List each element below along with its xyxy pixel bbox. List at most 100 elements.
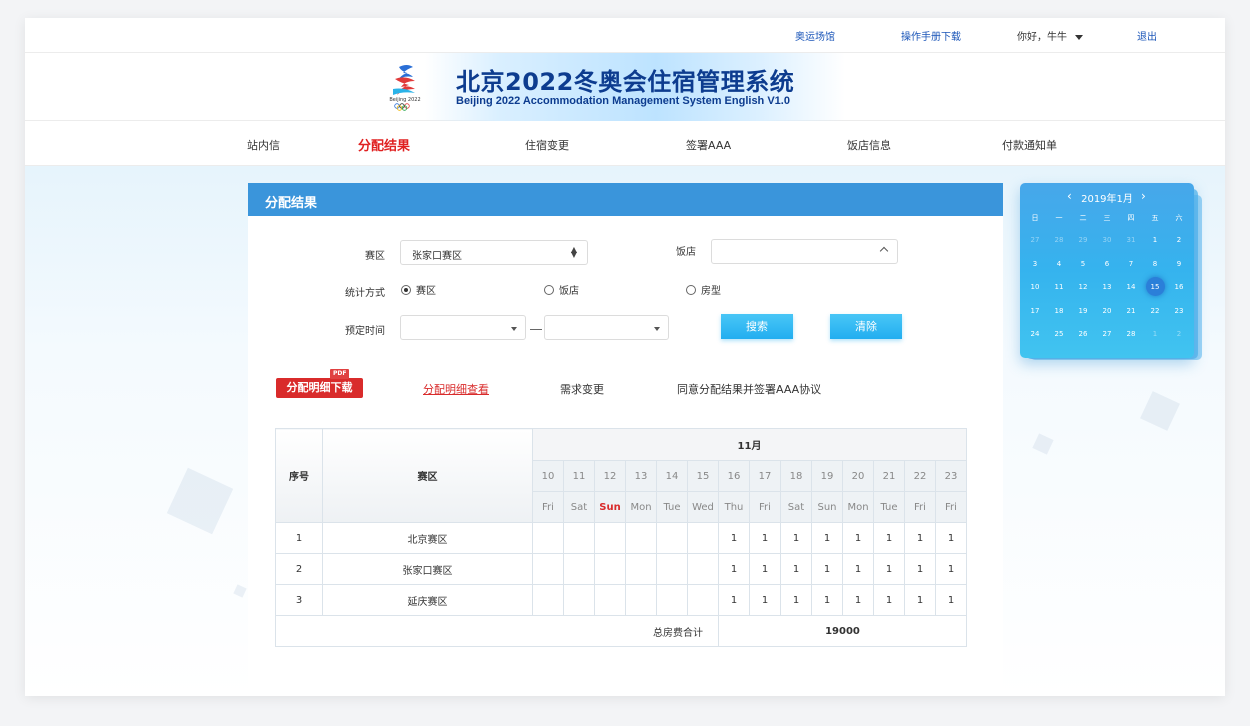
- weekday-header: Mon: [625, 491, 657, 523]
- room-count-cell: [563, 553, 595, 585]
- calendar-weekday: 六: [1175, 214, 1183, 222]
- calendar-day[interactable]: 7: [1119, 260, 1143, 268]
- radio-hotel[interactable]: 饭店: [544, 282, 579, 297]
- room-count-cell: 1: [749, 584, 781, 616]
- row-index: 2: [275, 553, 323, 585]
- room-count-cell: [594, 553, 626, 585]
- calendar-day[interactable]: 31: [1119, 236, 1143, 244]
- demand-change-link[interactable]: 需求变更: [560, 381, 604, 397]
- user-greeting: 你好，牛牛: [1017, 32, 1067, 43]
- room-count-cell: [656, 553, 688, 585]
- zone-select[interactable]: 张家口赛区 ▲ ▼: [400, 240, 588, 265]
- calendar-day[interactable]: 2: [1167, 330, 1191, 338]
- download-details-button[interactable]: PDF 分配明细下载: [276, 369, 363, 398]
- calendar-day[interactable]: 28: [1119, 330, 1143, 338]
- table-row: 3 延庆赛区 1 1 1 1 1 1 1 1: [275, 584, 967, 616]
- nav-item-messages[interactable]: 站内信: [247, 137, 280, 153]
- nav-item-payment-notice[interactable]: 付款通知单: [1002, 137, 1057, 153]
- calendar-day[interactable]: 18: [1047, 307, 1071, 315]
- nav-item-accommodation-change[interactable]: 住宿变更: [525, 137, 569, 153]
- weekday-header: Wed: [687, 491, 719, 523]
- calendar-day[interactable]: 13: [1095, 283, 1119, 291]
- calendar-day[interactable]: 3: [1023, 260, 1047, 268]
- room-count-cell: 1: [811, 522, 843, 554]
- room-count-cell: 1: [718, 522, 750, 554]
- clear-button[interactable]: 清除: [830, 314, 902, 339]
- calendar-day[interactable]: 6: [1095, 260, 1119, 268]
- view-details-link[interactable]: 分配明细查看: [423, 381, 489, 397]
- room-count-cell: 1: [904, 522, 936, 554]
- calendar-day[interactable]: 27: [1023, 236, 1047, 244]
- calendar-day[interactable]: 22: [1143, 307, 1167, 315]
- panel-title: 分配结果: [248, 183, 1003, 216]
- calendar-day[interactable]: 1: [1143, 330, 1167, 338]
- booking-time-label: 预定时间: [345, 326, 385, 337]
- calendar-day[interactable]: 27: [1095, 330, 1119, 338]
- calendar-day[interactable]: 20: [1095, 307, 1119, 315]
- calendar-day[interactable]: 30: [1095, 236, 1119, 244]
- user-menu[interactable]: 你好，牛牛: [1017, 28, 1083, 43]
- room-count-cell: [687, 522, 719, 554]
- radio-zone[interactable]: 赛区: [401, 282, 436, 297]
- zone-label: 赛区: [365, 251, 385, 262]
- allocation-table: 序号 赛区 11月 10 11 12 13 14 15 16 17 18 19 20 21 22 23 F…: [275, 428, 967, 647]
- col-header-index: 序号: [275, 428, 323, 523]
- time-from-select[interactable]: [400, 315, 526, 340]
- calendar-day[interactable]: 23: [1167, 307, 1191, 315]
- radio-room-type[interactable]: 房型: [686, 282, 721, 297]
- calendar-day[interactable]: 1: [1143, 236, 1167, 244]
- calendar-weekday: 日: [1031, 214, 1039, 222]
- calendar-day[interactable]: 25: [1047, 330, 1071, 338]
- date-header: 15: [687, 460, 719, 492]
- agree-sign-aaa-link[interactable]: 同意分配结果并签署AAA协议: [677, 381, 821, 397]
- manual-download-link[interactable]: 操作手册下载: [901, 28, 961, 43]
- nav-item-hotel-info[interactable]: 饭店信息: [847, 137, 891, 153]
- calendar-day[interactable]: 16: [1167, 283, 1191, 291]
- date-header: 22: [904, 460, 936, 492]
- weekday-header: Sun: [594, 491, 626, 523]
- room-count-cell: [532, 584, 564, 616]
- room-count-cell: 1: [842, 553, 874, 585]
- room-count-cell: [532, 522, 564, 554]
- calendar-day[interactable]: 17: [1023, 307, 1047, 315]
- date-header: 20: [842, 460, 874, 492]
- calendar-day[interactable]: 14: [1119, 283, 1143, 291]
- venue-link[interactable]: 奥运场馆: [795, 28, 835, 43]
- calendar-day[interactable]: 10: [1023, 283, 1047, 291]
- calendar-weekday: 四: [1127, 214, 1135, 222]
- table-row: 2 张家口赛区 1 1 1 1 1 1 1 1: [275, 553, 967, 585]
- calendar-day[interactable]: 28: [1047, 236, 1071, 244]
- room-count-cell: [563, 522, 595, 554]
- calendar-day[interactable]: 9: [1167, 260, 1191, 268]
- logout-link[interactable]: 退出: [1137, 28, 1157, 43]
- nav-item-allocation-results[interactable]: 分配结果: [358, 135, 410, 154]
- zone-select-value: 张家口赛区: [412, 251, 462, 262]
- app-window: 奥运场馆 操作手册下载 你好，牛牛 退出 Beijing 2022 北京2022…: [25, 18, 1225, 696]
- logo-text: Beijing 2022: [389, 97, 420, 103]
- nav-item-sign-aaa[interactable]: 签署AAA: [686, 137, 731, 153]
- weekday-header: Sat: [563, 491, 595, 523]
- calendar-day[interactable]: 24: [1023, 330, 1047, 338]
- search-button[interactable]: 搜索: [721, 314, 793, 339]
- room-count-cell: 1: [873, 584, 905, 616]
- calendar-day[interactable]: 15: [1143, 283, 1167, 291]
- hotel-select[interactable]: [711, 239, 898, 264]
- calendar-day[interactable]: 8: [1143, 260, 1167, 268]
- time-to-select[interactable]: [544, 315, 669, 340]
- calendar-day[interactable]: 2: [1167, 236, 1191, 244]
- calendar-day[interactable]: 5: [1071, 260, 1095, 268]
- calendar-day[interactable]: 21: [1119, 307, 1143, 315]
- radio-hotel-label: 饭店: [559, 286, 579, 297]
- date-header: 12: [594, 460, 626, 492]
- calendar: ‹ 2019年1月 › 日一二三四五六 27 28 29 30 31 1 2 3 4 5 6 7 8 9 10…: [1020, 183, 1194, 358]
- weekday-header: Sun: [811, 491, 843, 523]
- calendar-day[interactable]: 11: [1047, 283, 1071, 291]
- calendar-day[interactable]: 26: [1071, 330, 1095, 338]
- calendar-day[interactable]: 4: [1047, 260, 1071, 268]
- calendar-day[interactable]: 19: [1071, 307, 1095, 315]
- calendar-day[interactable]: 12: [1071, 283, 1095, 291]
- calendar-day[interactable]: 29: [1071, 236, 1095, 244]
- room-count-cell: 1: [718, 584, 750, 616]
- chevron-right-icon[interactable]: ›: [1141, 189, 1146, 203]
- room-count-cell: 1: [842, 584, 874, 616]
